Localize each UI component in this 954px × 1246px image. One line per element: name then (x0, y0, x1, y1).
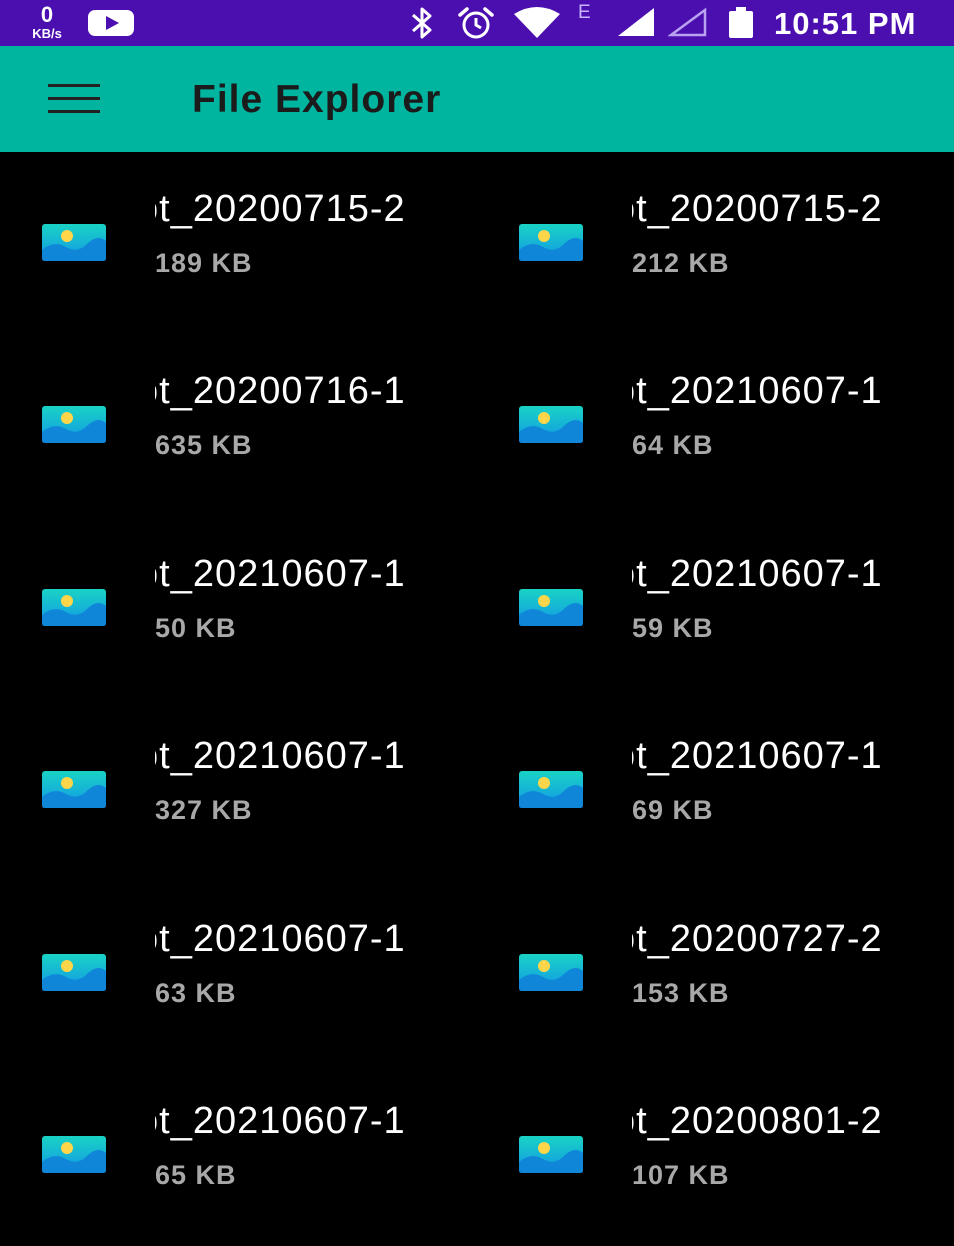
file-name: ot_20210607-1 (155, 735, 406, 777)
image-file-icon (519, 224, 583, 261)
network-speed-unit: KB/s (32, 26, 62, 41)
file-grid: ot_20200715-2 189 KB ot_20200715-2 212 K… (0, 152, 954, 1216)
file-size: 153 KB (632, 978, 730, 1008)
file-name: ot_20210607-1 (155, 553, 406, 595)
file-item[interactable]: ot_20200716-1 635 KB (0, 334, 477, 516)
image-file-icon (42, 1136, 106, 1173)
status-bar: 0 KB/s E 10:51 PM (0, 0, 954, 46)
file-item[interactable]: ot_20210607-1 327 KB (0, 699, 477, 881)
battery-icon (729, 7, 753, 38)
file-size: 69 KB (632, 795, 714, 825)
file-item[interactable]: ot_20200727-2 153 KB (477, 882, 954, 1064)
image-file-icon (519, 1136, 583, 1173)
file-name: ot_20210607-1 (155, 1100, 406, 1142)
image-file-icon (519, 771, 583, 808)
file-item[interactable]: ot_20210607-1 59 KB (477, 517, 954, 699)
alarm-icon (458, 7, 494, 39)
youtube-icon (88, 10, 134, 36)
image-file-icon (519, 406, 583, 443)
file-item[interactable]: ot_20200801-2 107 KB (477, 1064, 954, 1246)
file-item[interactable]: ot_20200715-2 212 KB (477, 152, 954, 334)
file-size: 212 KB (632, 248, 730, 278)
image-file-icon (42, 224, 106, 261)
file-size: 64 KB (632, 430, 714, 460)
file-item[interactable]: ot_20200715-2 189 KB (0, 152, 477, 334)
bluetooth-icon (412, 7, 432, 39)
app-bar: File Explorer (0, 46, 954, 152)
file-size: 189 KB (155, 248, 253, 278)
file-item[interactable]: ot_20210607-1 69 KB (477, 699, 954, 881)
file-name: ot_20200727-2 (632, 918, 883, 960)
file-size: 107 KB (632, 1160, 730, 1190)
file-name: ot_20210607-1 (155, 918, 406, 960)
image-file-icon (42, 954, 106, 991)
file-size: 63 KB (155, 978, 237, 1008)
image-file-icon (42, 589, 106, 626)
file-name: ot_20200801-2 (632, 1100, 883, 1142)
file-name: ot_20200716-1 (155, 370, 406, 412)
file-item[interactable]: ot_20210607-1 63 KB (0, 882, 477, 1064)
network-type-label: E (578, 2, 591, 23)
clock: 10:51 PM (774, 6, 917, 41)
file-size: 59 KB (632, 613, 714, 643)
wifi-icon (514, 7, 560, 38)
image-file-icon (42, 406, 106, 443)
network-speed-indicator: 0 KB/s (22, 2, 72, 41)
image-file-icon (519, 954, 583, 991)
file-size: 50 KB (155, 613, 237, 643)
file-item[interactable]: ot_20210607-1 64 KB (477, 334, 954, 516)
image-file-icon (519, 589, 583, 626)
file-item[interactable]: ot_20210607-1 65 KB (0, 1064, 477, 1246)
file-name: ot_20210607-1 (632, 553, 883, 595)
file-name: ot_20210607-1 (632, 735, 883, 777)
file-name: ot_20200715-2 (155, 188, 406, 230)
app-title: File Explorer (192, 78, 442, 121)
file-name: ot_20200715-2 (632, 188, 883, 230)
signal-icon (618, 8, 654, 36)
file-name: ot_20210607-1 (632, 370, 883, 412)
image-file-icon (42, 771, 106, 808)
file-size: 327 KB (155, 795, 253, 825)
signal-empty-icon (668, 7, 707, 37)
hamburger-menu-icon[interactable] (48, 84, 100, 114)
file-item[interactable]: ot_20210607-1 50 KB (0, 517, 477, 699)
file-size: 635 KB (155, 430, 253, 460)
network-speed-value: 0 (40, 2, 54, 27)
file-size: 65 KB (155, 1160, 237, 1190)
